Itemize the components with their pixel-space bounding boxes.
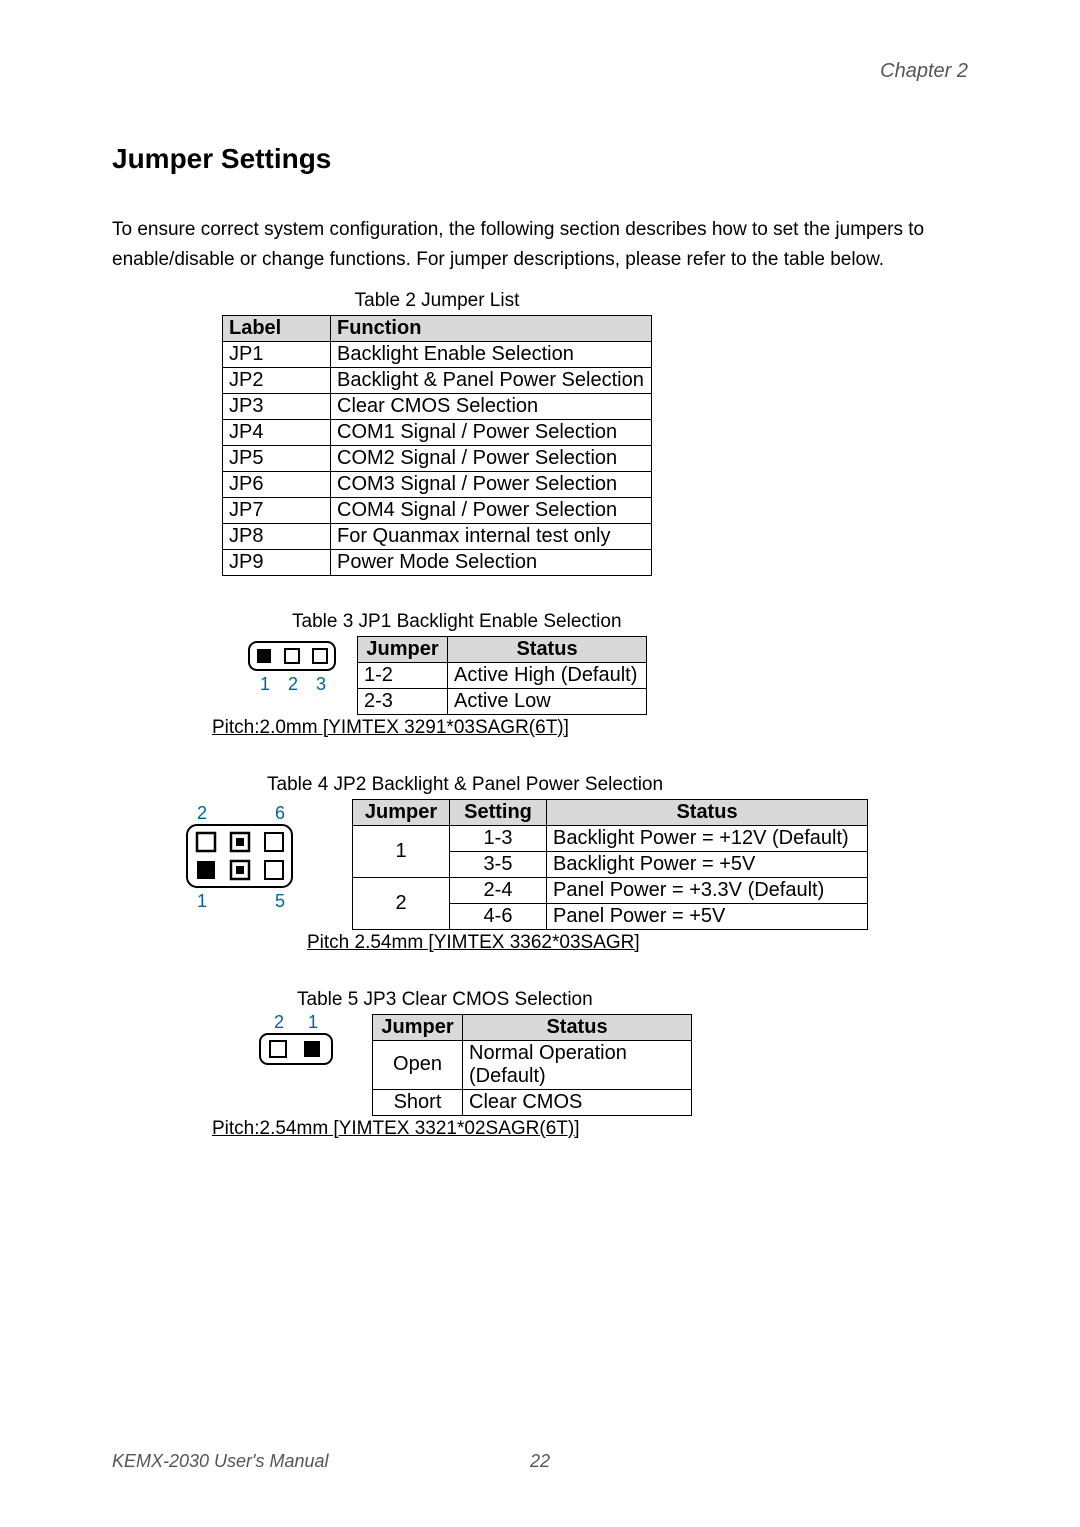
table4-header-status: Status: [547, 799, 868, 825]
table-row: 1 1-3 Backlight Power = +12V (Default): [353, 825, 868, 851]
table-row: ShortClear CMOS: [373, 1089, 692, 1115]
table-row: JP7COM4 Signal / Power Selection: [223, 497, 652, 523]
svg-text:3: 3: [316, 674, 326, 694]
svg-text:1: 1: [308, 1014, 318, 1032]
intro-paragraph: To ensure correct system configuration, …: [112, 215, 968, 276]
table5-header-jumper: Jumper: [373, 1014, 463, 1040]
table4-header-jumper: Jumper: [353, 799, 450, 825]
chapter-header: Chapter 2: [112, 60, 968, 83]
footer-manual-name: KEMX-2030 User's Manual: [112, 1451, 329, 1472]
table-row: JP9Power Mode Selection: [223, 549, 652, 575]
table4-jp2: Jumper Setting Status 1 1-3 Backlight Po…: [352, 799, 868, 930]
table2-header-function: Function: [331, 315, 652, 341]
table-row: 1-2Active High (Default): [358, 662, 647, 688]
jumper-2pin-diagram-icon: 2 1: [252, 1014, 342, 1074]
table-row: JP5COM2 Signal / Power Selection: [223, 445, 652, 471]
table4-header-setting: Setting: [450, 799, 547, 825]
table3-jp1: Jumper Status 1-2Active High (Default) 2…: [357, 636, 647, 715]
svg-text:6: 6: [275, 803, 285, 823]
table5-pitch-note: Pitch:2.54mm [YIMTEX 3321*02SAGR(6T)]: [212, 1118, 968, 1140]
table-row: JP4COM1 Signal / Power Selection: [223, 419, 652, 445]
table3-pitch-note: Pitch:2.0mm [YIMTEX 3291*03SAGR(6T)]: [212, 717, 968, 739]
svg-text:2: 2: [288, 674, 298, 694]
section-title: Jumper Settings: [112, 143, 968, 175]
table-row: JP6COM3 Signal / Power Selection: [223, 471, 652, 497]
jumper-3pin-diagram-icon: 1 2 3: [247, 640, 337, 700]
table5-jp3: Jumper Status OpenNormal Operation (Defa…: [372, 1014, 692, 1116]
table3-caption: Table 3 JP1 Backlight Enable Selection: [292, 611, 968, 633]
table4-caption: Table 4 JP2 Backlight & Panel Power Sele…: [267, 774, 968, 796]
table-row: JP1Backlight Enable Selection: [223, 341, 652, 367]
table3-header-jumper: Jumper: [358, 636, 448, 662]
table4-pitch-note: Pitch 2.54mm [YIMTEX 3362*03SAGR]: [307, 932, 968, 954]
svg-text:1: 1: [260, 674, 270, 694]
table5-header-status: Status: [463, 1014, 692, 1040]
table-row: OpenNormal Operation (Default): [373, 1040, 692, 1089]
table2-caption: Table 2 Jumper List: [222, 290, 652, 312]
table3-header-status: Status: [448, 636, 647, 662]
svg-text:2: 2: [274, 1014, 284, 1032]
table2-header-label: Label: [223, 315, 331, 341]
table-row: JP3Clear CMOS Selection: [223, 393, 652, 419]
svg-text:1: 1: [197, 891, 207, 911]
table-row: JP2Backlight & Panel Power Selection: [223, 367, 652, 393]
footer-page-number: 22: [530, 1451, 550, 1472]
svg-text:2: 2: [197, 803, 207, 823]
table2-jumper-list: Label Function JP1Backlight Enable Selec…: [222, 315, 652, 576]
svg-text:5: 5: [275, 891, 285, 911]
table5-caption: Table 5 JP3 Clear CMOS Selection: [297, 989, 968, 1011]
table-row: JP8For Quanmax internal test only: [223, 523, 652, 549]
table-row: 2-3Active Low: [358, 688, 647, 714]
jumper-6pin-diagram-icon: 2 6 1 5: [167, 803, 317, 913]
page-footer: KEMX-2030 User's Manual 22: [112, 1451, 968, 1472]
table-row: 2 2-4 Panel Power = +3.3V (Default): [353, 877, 868, 903]
